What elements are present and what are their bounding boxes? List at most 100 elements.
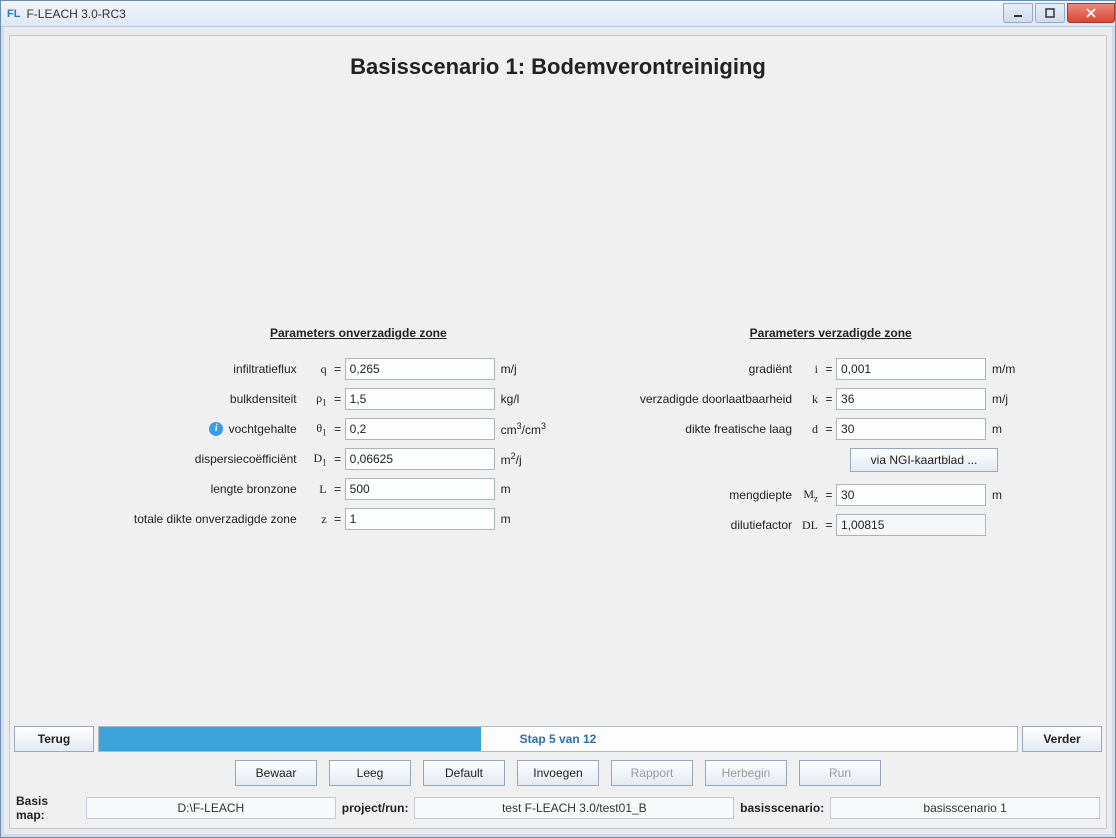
label-lengte-bronzone: lengte bronzone bbox=[101, 482, 301, 496]
symbol-dikte-onverz: z bbox=[301, 512, 331, 527]
row-mengdiepte: mengdiepte Mz = m bbox=[606, 480, 1015, 510]
project-run-value: test F-LEACH 3.0/test01_B bbox=[414, 797, 734, 819]
label-dilutiefactor: dilutiefactor bbox=[606, 518, 796, 532]
symbol-dikte-freatisch: d bbox=[796, 422, 822, 437]
symbol-gradient: i bbox=[796, 362, 822, 377]
leeg-button[interactable]: Leeg bbox=[329, 760, 411, 786]
symbol-mengdiepte: Mz bbox=[796, 487, 822, 503]
symbol-infiltratieflux: q bbox=[301, 362, 331, 377]
equals: = bbox=[822, 518, 836, 532]
action-row: Bewaar Leeg Default Invoegen Rapport Her… bbox=[10, 756, 1106, 790]
maximize-button[interactable] bbox=[1035, 3, 1065, 23]
app-window: FL F-LEACH 3.0-RC3 Basisscenario 1: Bode… bbox=[0, 0, 1116, 838]
unit-doorlaat: m/j bbox=[986, 392, 1008, 406]
input-dikte-onverz[interactable] bbox=[345, 508, 495, 530]
basisscenario-label: basisscenario: bbox=[740, 801, 824, 815]
label-mengdiepte: mengdiepte bbox=[606, 488, 796, 502]
label-dikte-freatisch: dikte freatische laag bbox=[606, 422, 796, 436]
nav-row: Terug Stap 5 van 12 Verder bbox=[10, 722, 1106, 756]
label-bulkdensiteit: bulkdensiteit bbox=[101, 392, 301, 406]
progress-text: Stap 5 van 12 bbox=[520, 732, 597, 746]
progress-fill bbox=[99, 727, 481, 751]
input-infiltratieflux[interactable] bbox=[345, 358, 495, 380]
label-dikte-onverz: totale dikte onverzadigde zone bbox=[101, 512, 301, 526]
bewaar-button[interactable]: Bewaar bbox=[235, 760, 317, 786]
row-dilutiefactor: dilutiefactor DL = bbox=[606, 510, 1015, 540]
unsaturated-zone-column: Parameters onverzadigde zone infiltratie… bbox=[101, 326, 546, 540]
row-dispersie: dispersiecoëfficiënt D1 = m2/j bbox=[101, 444, 546, 474]
input-mengdiepte[interactable] bbox=[836, 484, 986, 506]
equals: = bbox=[822, 488, 836, 502]
input-vochtgehalte[interactable] bbox=[345, 418, 495, 440]
basisscenario-value: basisscenario 1 bbox=[830, 797, 1100, 819]
invoegen-button[interactable]: Invoegen bbox=[517, 760, 599, 786]
unit-lengte-bronzone: m bbox=[495, 482, 511, 496]
page-title: Basisscenario 1: Bodemverontreiniging bbox=[10, 54, 1106, 80]
row-gradient: gradiënt i = m/m bbox=[606, 354, 1015, 384]
input-doorlaat[interactable] bbox=[836, 388, 986, 410]
titlebar: FL F-LEACH 3.0-RC3 bbox=[1, 1, 1115, 27]
row-doorlaat: verzadigde doorlaatbaarheid k = m/j bbox=[606, 384, 1015, 414]
verder-button[interactable]: Verder bbox=[1022, 726, 1102, 752]
terug-button[interactable]: Terug bbox=[14, 726, 94, 752]
parameter-area: Parameters onverzadigde zone infiltratie… bbox=[10, 326, 1106, 540]
herbegin-button: Herbegin bbox=[705, 760, 787, 786]
symbol-doorlaat: k bbox=[796, 392, 822, 407]
basis-map-value: D:\F-LEACH bbox=[86, 797, 336, 819]
symbol-vochtgehalte: θ1 bbox=[301, 421, 331, 437]
symbol-dilutiefactor: DL bbox=[796, 518, 822, 533]
window-title: F-LEACH 3.0-RC3 bbox=[26, 7, 1001, 21]
label-dispersie: dispersiecoëfficiënt bbox=[101, 452, 301, 466]
label-vochtgehalte: i vochtgehalte bbox=[101, 422, 301, 437]
input-gradient[interactable] bbox=[836, 358, 986, 380]
input-dikte-freatisch[interactable] bbox=[836, 418, 986, 440]
project-run-label: project/run: bbox=[342, 801, 409, 815]
close-button[interactable] bbox=[1067, 3, 1115, 23]
app-icon: FL bbox=[7, 8, 20, 20]
info-icon[interactable]: i bbox=[209, 422, 223, 436]
unit-gradient: m/m bbox=[986, 362, 1015, 376]
unit-dikte-onverz: m bbox=[495, 512, 511, 526]
equals: = bbox=[822, 422, 836, 436]
equals: = bbox=[331, 512, 345, 526]
minimize-button[interactable] bbox=[1003, 3, 1033, 23]
equals: = bbox=[822, 392, 836, 406]
equals: = bbox=[331, 482, 345, 496]
output-dilutiefactor bbox=[836, 514, 986, 536]
input-lengte-bronzone[interactable] bbox=[345, 478, 495, 500]
unit-infiltratieflux: m/j bbox=[495, 362, 517, 376]
ngi-button-wrap: via NGI-kaartblad ... bbox=[850, 444, 1015, 480]
row-bulkdensiteit: bulkdensiteit ρ1 = kg/l bbox=[101, 384, 546, 414]
equals: = bbox=[331, 362, 345, 376]
equals: = bbox=[331, 422, 345, 436]
symbol-dispersie: D1 bbox=[301, 451, 331, 467]
input-bulkdensiteit[interactable] bbox=[345, 388, 495, 410]
equals: = bbox=[822, 362, 836, 376]
progress-bar: Stap 5 van 12 bbox=[98, 726, 1018, 752]
saturated-zone-column: Parameters verzadigde zone gradiënt i = … bbox=[606, 326, 1015, 540]
status-row: Basis map: D:\F-LEACH project/run: test … bbox=[10, 790, 1106, 828]
run-button: Run bbox=[799, 760, 881, 786]
row-dikte-freatisch: dikte freatische laag d = m bbox=[606, 414, 1015, 444]
saturated-zone-header: Parameters verzadigde zone bbox=[646, 326, 1015, 340]
row-infiltratieflux: infiltratieflux q = m/j bbox=[101, 354, 546, 384]
row-lengte-bronzone: lengte bronzone L = m bbox=[101, 474, 546, 504]
default-button[interactable]: Default bbox=[423, 760, 505, 786]
unsaturated-zone-header: Parameters onverzadigde zone bbox=[171, 326, 546, 340]
row-vochtgehalte: i vochtgehalte θ1 = cm3/cm3 bbox=[101, 414, 546, 444]
row-dikte-onverz: totale dikte onverzadigde zone z = m bbox=[101, 504, 546, 534]
ngi-kaartblad-button[interactable]: via NGI-kaartblad ... bbox=[850, 448, 998, 472]
unit-vochtgehalte: cm3/cm3 bbox=[495, 421, 546, 437]
label-doorlaat: verzadigde doorlaatbaarheid bbox=[606, 392, 796, 406]
window-controls bbox=[1001, 3, 1115, 23]
unit-dikte-freatisch: m bbox=[986, 422, 1002, 436]
equals: = bbox=[331, 392, 345, 406]
bottom-bar: Terug Stap 5 van 12 Verder Bewaar Leeg D… bbox=[10, 722, 1106, 828]
unit-dispersie: m2/j bbox=[495, 451, 522, 467]
content-panel: Basisscenario 1: Bodemverontreiniging Pa… bbox=[9, 35, 1107, 829]
equals: = bbox=[331, 452, 345, 466]
label-gradient: gradiënt bbox=[606, 362, 796, 376]
input-dispersie[interactable] bbox=[345, 448, 495, 470]
unit-bulkdensiteit: kg/l bbox=[495, 392, 520, 406]
symbol-lengte-bronzone: L bbox=[301, 482, 331, 497]
